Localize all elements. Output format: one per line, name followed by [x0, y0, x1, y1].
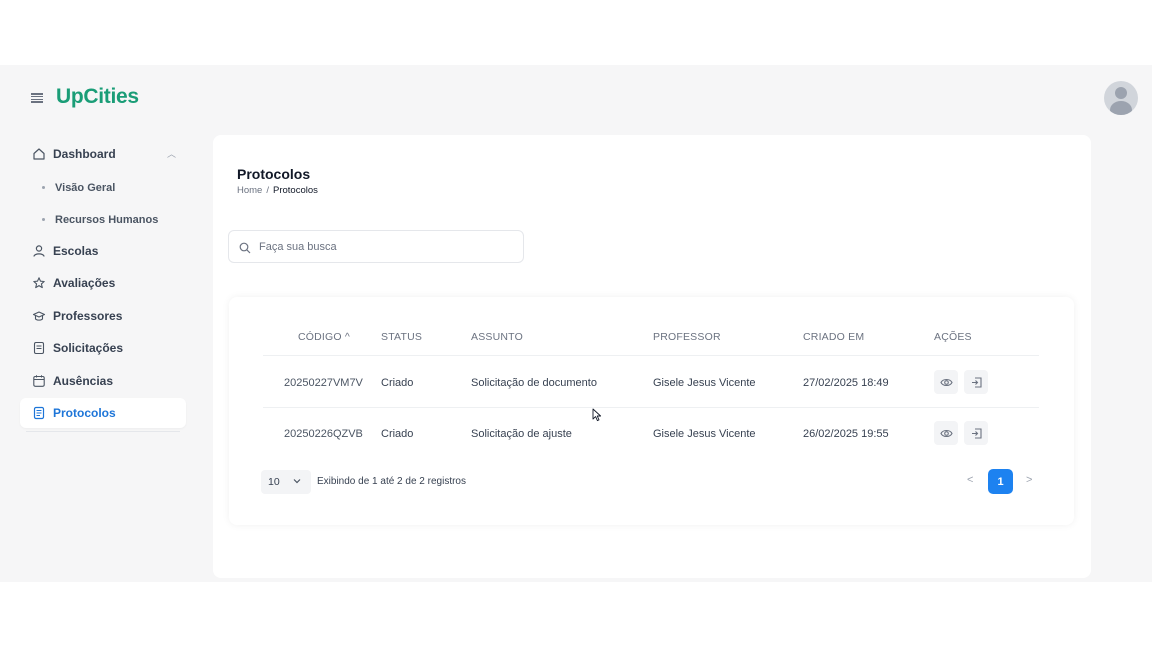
page-title: Protocolos	[237, 166, 311, 182]
view-button[interactable]	[934, 421, 958, 445]
sidebar-item-label: Visão Geral	[55, 181, 116, 194]
sidebar-item-label: Recursos Humanos	[55, 213, 159, 226]
star-icon	[32, 276, 46, 290]
sidebar-item-label: Avaliações	[53, 276, 116, 290]
row-divider	[263, 407, 1039, 408]
sidebar-item-protocolos[interactable]: Protocolos	[20, 398, 186, 428]
main-content: Protocolos Home/Protocolos CÓDIGO ^ STAT…	[213, 135, 1091, 578]
cell-codigo: 20250227VM7V	[284, 377, 363, 389]
eye-icon	[939, 378, 953, 386]
cell-criado-em: 27/02/2025 18:49	[803, 377, 889, 389]
sidebar-item-ausencias[interactable]: Ausências	[20, 366, 186, 396]
sidebar-subitem-recursos-humanos[interactable]: Recursos Humanos	[20, 204, 186, 236]
breadcrumb-current: Protocolos	[272, 185, 318, 196]
row-divider	[263, 355, 1039, 356]
column-header-acoes: AÇÕES	[934, 331, 972, 343]
cell-status: Criado	[381, 377, 414, 389]
document-list-icon	[32, 406, 46, 420]
sidebar-item-avaliacoes[interactable]: Avaliações	[20, 268, 186, 298]
sidebar-divider	[26, 431, 180, 432]
home-icon	[32, 147, 46, 161]
menu-icon[interactable]	[30, 91, 44, 105]
sidebar-item-label: Protocolos	[53, 406, 116, 420]
bullet-icon	[42, 186, 45, 189]
sidebar-item-professores[interactable]: Professores	[20, 301, 186, 331]
bullet-icon	[42, 218, 45, 221]
sidebar-item-label: Dashboard	[53, 147, 116, 161]
app-shell: UpCities Dashboard ︿ Visão Geral Recurso…	[0, 65, 1152, 582]
sidebar-item-label: Escolas	[53, 243, 99, 258]
column-header-assunto: ASSUNTO	[471, 331, 523, 343]
cell-assunto: Solicitação de documento	[471, 377, 597, 389]
page-size-value: 10	[268, 476, 280, 488]
document-icon	[32, 341, 46, 355]
page-size-select[interactable]: 10	[261, 470, 311, 494]
sidebar-subitem-visao-geral[interactable]: Visão Geral	[20, 172, 186, 204]
graduation-cap-icon	[32, 309, 46, 323]
chevron-up-icon[interactable]: ︿	[167, 147, 176, 160]
sign-in-icon	[971, 427, 982, 439]
user-icon	[32, 244, 46, 258]
column-header-criado-em: CRIADO EM	[803, 331, 865, 343]
page-button-current[interactable]: 1	[988, 469, 1013, 494]
sign-in-icon	[971, 376, 982, 388]
eye-icon	[939, 429, 953, 437]
sidebar-item-dashboard[interactable]: Dashboard ︿	[20, 139, 186, 169]
sidebar: Dashboard ︿ Visão Geral Recursos Humanos…	[20, 139, 186, 432]
search-box[interactable]	[228, 230, 524, 263]
cell-criado-em: 26/02/2025 19:55	[803, 428, 889, 440]
sort-ascending-icon[interactable]: ^	[345, 331, 350, 343]
breadcrumb: Home / Protocolos	[237, 185, 318, 196]
app-logo[interactable]: UpCities	[56, 85, 139, 109]
protocols-table: CÓDIGO ^ STATUS ASSUNTO PROFESSOR CRIADO…	[229, 297, 1074, 525]
search-input[interactable]	[259, 240, 499, 253]
cell-codigo: 20250226QZVB	[284, 428, 363, 440]
column-header-status: STATUS	[381, 331, 423, 343]
previous-page-button[interactable]: <	[967, 474, 973, 486]
chevron-down-icon	[292, 476, 302, 489]
open-protocol-button[interactable]	[964, 421, 988, 445]
cell-professor: Gisele Jesus Vicente	[653, 377, 756, 389]
column-header-codigo[interactable]: CÓDIGO ^	[298, 331, 350, 343]
view-button[interactable]	[934, 370, 958, 394]
breadcrumb-home[interactable]: Home	[237, 185, 262, 196]
mouse-cursor-icon	[592, 408, 602, 422]
cell-assunto: Solicitação de ajuste	[471, 428, 572, 440]
sidebar-item-solicitacoes[interactable]: Solicitações	[20, 333, 186, 363]
cell-professor: Gisele Jesus Vicente	[653, 428, 756, 440]
avatar[interactable]	[1104, 81, 1138, 115]
calendar-icon	[32, 374, 46, 388]
column-header-professor: PROFESSOR	[653, 331, 721, 343]
breadcrumb-separator: /	[266, 185, 269, 196]
sidebar-item-label: Ausências	[53, 373, 114, 388]
search-icon	[239, 241, 251, 253]
cell-status: Criado	[381, 428, 414, 440]
sidebar-item-escolas[interactable]: Escolas	[20, 236, 186, 266]
sidebar-item-label: Solicitações	[53, 341, 124, 355]
open-protocol-button[interactable]	[964, 370, 988, 394]
records-info: Exibindo de 1 até 2 de 2 registros	[317, 476, 466, 487]
next-page-button[interactable]: >	[1026, 474, 1032, 486]
sidebar-item-label: Professores	[53, 308, 123, 323]
